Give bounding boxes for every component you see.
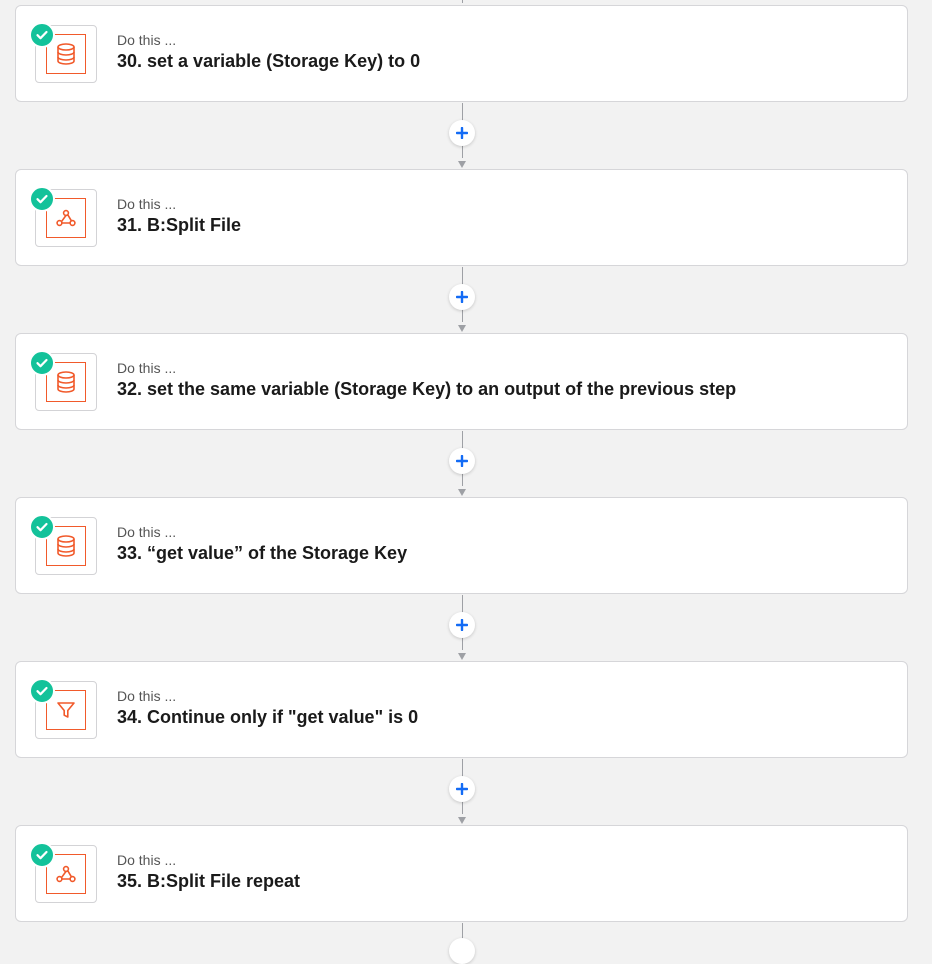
arrow-down-icon — [458, 489, 466, 496]
filter-icon — [57, 702, 75, 718]
add-step-button[interactable] — [449, 776, 475, 802]
step-prefix: Do this ... — [117, 524, 177, 540]
webhook-icon — [56, 865, 76, 883]
arrow-down-icon — [458, 653, 466, 660]
check-icon — [29, 22, 55, 48]
arrow-down-icon — [458, 161, 466, 168]
step-title: 35. B:Split File repeat — [117, 871, 301, 891]
step-title: 32. set the same variable (Storage Key) … — [117, 379, 737, 399]
arrow-down-icon — [458, 325, 466, 332]
step-title: 34. Continue only if "get value" is 0 — [117, 707, 419, 727]
step-card-34[interactable]: Do this ... 34. Continue only if "get va… — [15, 661, 908, 758]
add-step-button[interactable] — [449, 448, 475, 474]
step-prefix: Do this ... — [117, 196, 177, 212]
arrow-down-icon — [458, 817, 466, 824]
plus-icon — [456, 455, 468, 467]
step-prefix: Do this ... — [117, 32, 177, 48]
webhook-icon — [56, 209, 76, 227]
step-card-32[interactable]: Do this ... 32. set the same variable (S… — [15, 333, 908, 430]
step-prefix: Do this ... — [117, 688, 177, 704]
plus-icon — [456, 619, 468, 631]
add-step-button[interactable] — [449, 120, 475, 146]
step-title: 33. “get value” of the Storage Key — [117, 543, 408, 563]
step-prefix: Do this ... — [117, 852, 177, 868]
check-icon — [29, 678, 55, 704]
plus-icon — [456, 291, 468, 303]
check-icon — [29, 514, 55, 540]
check-icon — [29, 350, 55, 376]
plus-icon — [456, 127, 468, 139]
plus-icon — [456, 783, 468, 795]
storage-icon — [57, 43, 75, 65]
step-card-35[interactable]: Do this ... 35. B:Split File repeat — [15, 825, 908, 922]
add-step-button[interactable] — [449, 612, 475, 638]
storage-icon — [57, 535, 75, 557]
step-card-31[interactable]: Do this ... 31. B:Split File — [15, 169, 908, 266]
step-prefix: Do this ... — [117, 360, 177, 376]
storage-icon — [57, 371, 75, 393]
check-icon — [29, 186, 55, 212]
connector-line — [462, 0, 463, 3]
step-title: 31. B:Split File — [117, 215, 242, 235]
step-card-33[interactable]: Do this ... 33. “get value” of the Stora… — [15, 497, 908, 594]
add-step-button[interactable] — [449, 938, 475, 964]
step-card-30[interactable]: Do this ... 30. set a variable (Storage … — [15, 5, 908, 102]
check-icon — [29, 842, 55, 868]
step-title: 30. set a variable (Storage Key) to 0 — [117, 51, 421, 71]
add-step-button[interactable] — [449, 284, 475, 310]
